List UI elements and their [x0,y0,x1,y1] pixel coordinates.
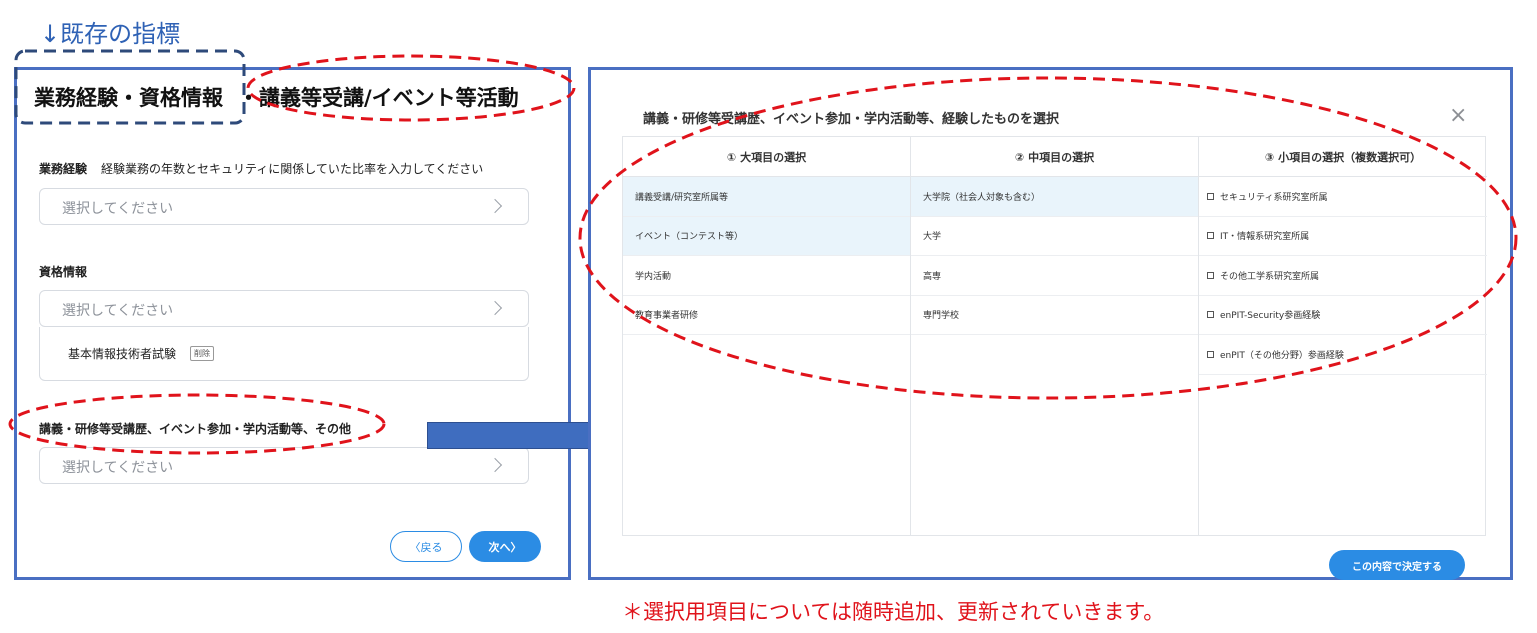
column-minor-category: ③ 小項目の選択（複数選択可） セキュリティ系研究室所属 IT・情報系研究室所属… [1199,137,1487,535]
decide-button[interactable]: この内容で決定する [1329,550,1465,580]
delete-qualification-button[interactable]: 削除 [190,346,214,361]
lectures-title: 講義・研修等受講歴、イベント参加・学内活動等、その他 [39,422,352,436]
qualifications-select[interactable]: 選択してください [39,290,529,327]
list-item[interactable]: 大学院（社会人対象も含む） [911,177,1198,217]
column-major-category: ① 大項目の選択 講義受講/研究室所属等 イベント（コンテスト等） 学内活動 教… [623,137,911,535]
list-item[interactable]: 専門学校 [911,296,1198,335]
selected-qualification-item: 基本情報技術者試験 [68,347,177,361]
list-item[interactable]: 大学 [911,217,1198,256]
checkbox-label: その他工学系研究室所属 [1220,271,1320,282]
business-experience-title: 業務経験 [39,162,88,176]
checkbox-item[interactable]: その他工学系研究室所属 [1199,256,1487,296]
existing-indicator-annotation: ↓既存の指標 [40,20,181,48]
checkbox-item[interactable]: セキュリティ系研究室所属 [1199,177,1487,217]
checkbox-label: enPIT-Security参画経験 [1220,311,1321,322]
modal-title: 講義・研修等受講歴、イベント参加・学内活動等、経験したものを選択 [643,112,1060,127]
tab-separator: ・ [238,86,259,110]
list-item[interactable]: 教育事業者研修 [623,296,910,335]
checkbox-item[interactable]: IT・情報系研究室所属 [1199,217,1487,256]
selected-qualifications-list: 基本情報技術者試験 削除 [39,327,529,381]
select-placeholder: 選択してください [62,303,174,319]
column-header: ② 中項目の選択 [911,137,1198,177]
lectures-label: 講義・研修等受講歴、イベント参加・学内活動等、その他 [39,420,365,437]
back-button[interactable]: 〈戻る [390,531,462,562]
checkbox-icon[interactable] [1207,311,1214,319]
checkbox-icon[interactable] [1207,192,1214,200]
business-experience-label: 業務経験 経験業務の年数とセキュリティに関係していた比率を入力してください [39,160,483,177]
chevron-right-icon [487,300,503,316]
select-placeholder: 選択してください [62,201,174,217]
selection-modal: 講義・研修等受講歴、イベント参加・学内活動等、経験したものを選択 × ① 大項目… [588,67,1513,580]
checkbox-icon[interactable] [1207,232,1214,240]
checkbox-label: セキュリティ系研究室所属 [1220,192,1328,203]
checkbox-item[interactable]: enPIT-Security参画経験 [1199,296,1487,335]
select-placeholder: 選択してください [62,460,174,476]
list-item[interactable]: 講義受講/研究室所属等 [623,177,910,217]
next-button[interactable]: 次へ〉 [469,531,541,562]
business-experience-description: 経験業務の年数とセキュリティに関係していた比率を入力してください [101,162,484,176]
list-item[interactable]: イベント（コンテスト等） [623,216,910,256]
close-icon[interactable]: × [1449,103,1467,128]
tab-business-experience[interactable]: 業務経験・資格情報 [34,82,223,112]
list-item[interactable]: 高専 [911,256,1198,296]
flow-arrow [427,422,612,449]
tab-lectures-events[interactable]: 講義等受講/イベント等活動 [259,82,519,112]
chevron-right-icon [487,198,503,214]
lectures-select[interactable]: 選択してください [39,447,529,484]
checkbox-icon[interactable] [1207,271,1214,279]
selection-grid: ① 大項目の選択 講義受講/研究室所属等 イベント（コンテスト等） 学内活動 教… [622,136,1487,536]
business-experience-select[interactable]: 選択してください [39,188,529,225]
column-header: ③ 小項目の選択（複数選択可） [1199,137,1487,177]
checkbox-label: enPIT（その他分野）参画経験 [1220,350,1344,361]
list-item[interactable]: 学内活動 [623,256,910,296]
column-header: ① 大項目の選択 [623,137,910,177]
checkbox-label: IT・情報系研究室所属 [1220,232,1310,243]
checkbox-icon[interactable] [1207,350,1214,358]
column-middle-category: ② 中項目の選択 大学院（社会人対象も含む） 大学 高専 専門学校 [911,137,1199,535]
qualifications-title: 資格情報 [39,265,88,279]
chevron-right-icon[interactable] [487,457,503,473]
qualifications-label: 資格情報 [39,263,101,280]
profile-form-panel: 業務経験・資格情報 ・ 講義等受講/イベント等活動 業務経験 経験業務の年数とセキ… [14,67,571,580]
checkbox-item[interactable]: enPIT（その他分野）参画経験 [1199,335,1487,375]
footnote: ＊選択用項目については随時追加、更新されていきます。 [622,600,1165,624]
